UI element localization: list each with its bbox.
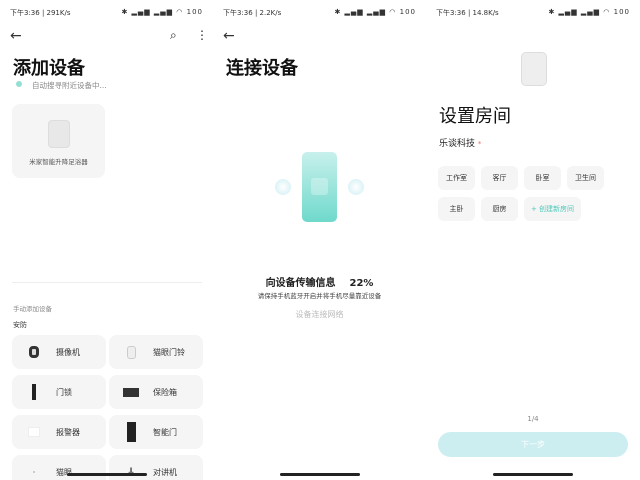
alarm-icon (26, 424, 42, 440)
step-text: 设备连接网络 (295, 310, 344, 319)
manual-add-label: 手动添加设备 (13, 305, 52, 313)
device-camera[interactable]: 摄像机 (12, 335, 106, 369)
create-room-button[interactable]: + 创建新房间 (524, 197, 581, 221)
home-indicator (67, 473, 147, 476)
device-label: 门锁 (56, 387, 72, 397)
required-mark: * (477, 140, 482, 148)
next-button[interactable]: 下一步 (438, 432, 628, 457)
room-chip[interactable]: 客厅 (481, 166, 518, 190)
peephole-icon: · (32, 467, 36, 477)
home-indicator (493, 473, 573, 476)
home-name[interactable]: 乐谈科技 * (439, 136, 481, 149)
home-label: 乐谈科技 (439, 139, 476, 149)
status-bar: 下午3:36 | 2.2K/s ✱ ▂▄▆ ▂▄▆ ◠ 100 (223, 8, 416, 18)
bubble-left-icon (275, 179, 291, 195)
add-device-screen: 下午3:36 | 291K/s ✱ ▂▄▆ ▂▄▆ ◠ 100 ← ⌕ ⋮ 添加设… (0, 0, 213, 480)
device-label: 保险箱 (153, 387, 177, 397)
status-icons: ✱ ▂▄▆ ▂▄▆ ◠ 100 (548, 8, 630, 16)
room-chip[interactable]: 主卧 (438, 197, 475, 221)
status-icons: ✱ ▂▄▆ ▂▄▆ ◠ 100 (334, 8, 416, 16)
back-arrow-icon[interactable]: ← (10, 28, 22, 44)
page-title: 添加设备 (13, 58, 85, 79)
device-label: 报警器 (56, 427, 80, 437)
foot-bath-image-icon (48, 120, 70, 148)
device-label: 摄像机 (56, 347, 80, 357)
found-device-card[interactable]: 米家智能升降足浴器 (12, 104, 105, 178)
device-alarm[interactable]: 报警器 (12, 415, 106, 449)
more-icon[interactable]: ⋮ (196, 28, 208, 42)
room-chip[interactable]: 工作室 (438, 166, 475, 190)
connect-device-screen: 下午3:36 | 2.2K/s ✱ ▂▄▆ ▂▄▆ ◠ 100 ← 连接设备 向设… (213, 0, 426, 480)
scanning-indicator-icon (16, 81, 22, 87)
status-time: 下午3:36 | 14.8K/s (436, 9, 499, 17)
home-indicator (280, 473, 360, 476)
bubble-right-icon (348, 179, 364, 195)
device-intercom[interactable]: ┸ 对讲机 (109, 455, 203, 480)
device-image-icon (521, 52, 547, 86)
search-icon[interactable]: ⌕ (170, 28, 177, 43)
status-time: 下午3:36 | 2.2K/s (223, 9, 282, 17)
back-arrow-icon[interactable]: ← (223, 28, 235, 44)
doorbell-icon (123, 344, 139, 360)
smart-door-icon (123, 422, 139, 442)
set-room-screen: 下午3:36 | 14.8K/s ✱ ▂▄▆ ▂▄▆ ◠ 100 设置房间 乐谈科… (426, 0, 640, 480)
status-bar: 下午3:36 | 14.8K/s ✱ ▂▄▆ ▂▄▆ ◠ 100 (436, 8, 630, 18)
progress-text: 向设备传输信息 (265, 278, 336, 289)
hint-text: 请保持手机蓝牙开启并将手机尽量靠近设备 (257, 292, 382, 300)
intercom-icon: ┸ (128, 467, 134, 477)
device-label: 对讲机 (153, 467, 177, 477)
room-chip[interactable]: 卧室 (524, 166, 561, 190)
device-label: 智能门 (153, 427, 177, 437)
camera-icon (26, 344, 42, 360)
status-icons: ✱ ▂▄▆ ▂▄▆ ◠ 100 (121, 8, 203, 16)
progress-line: 向设备传输信息 22% (213, 274, 426, 289)
status-bar: 下午3:36 | 291K/s ✱ ▂▄▆ ▂▄▆ ◠ 100 (10, 8, 203, 18)
device-label: 猫眼门铃 (153, 347, 185, 357)
safe-icon (123, 384, 139, 400)
room-chip[interactable]: 卫生间 (567, 166, 604, 190)
scanning-text: 自动搜寻附近设备中... (32, 81, 107, 90)
progress-percent: 22% (349, 278, 374, 289)
door-lock-icon (26, 384, 42, 400)
status-time: 下午3:36 | 291K/s (10, 9, 71, 17)
page-title: 设置房间 (439, 106, 511, 127)
phone-illustration-icon (302, 152, 337, 222)
found-device-name: 米家智能升降足浴器 (29, 158, 88, 166)
device-smart-door[interactable]: 智能门 (109, 415, 203, 449)
page-indicator: 1/4 (527, 415, 539, 423)
room-chip[interactable]: 厨房 (481, 197, 518, 221)
category-heading: 安防 (13, 321, 27, 329)
divider (12, 282, 202, 283)
device-safe[interactable]: 保险箱 (109, 375, 203, 409)
page-title: 连接设备 (226, 58, 298, 79)
device-peephole[interactable]: · 猫眼 (12, 455, 106, 480)
device-lock[interactable]: 门锁 (12, 375, 106, 409)
device-doorbell[interactable]: 猫眼门铃 (109, 335, 203, 369)
